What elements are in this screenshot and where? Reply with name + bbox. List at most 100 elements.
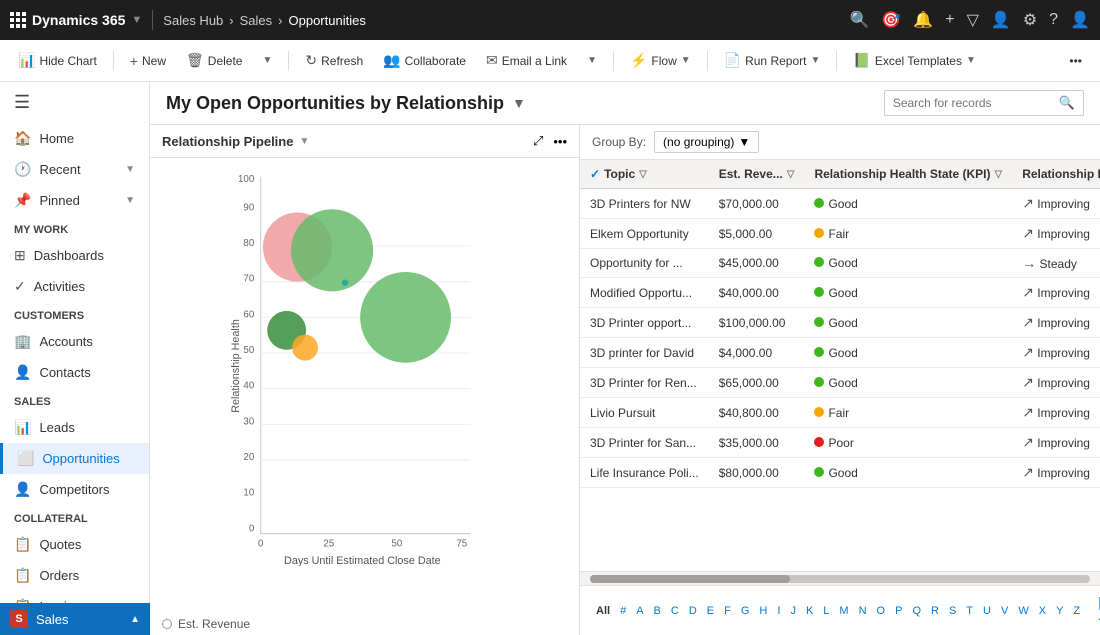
delete-button[interactable]: 🗑 Delete bbox=[178, 48, 250, 73]
table-row[interactable]: Modified Opportu... $40,000.00 Good ↗ Im… bbox=[580, 278, 1100, 308]
search-submit-icon[interactable]: 🔍 bbox=[1059, 95, 1075, 111]
alpha-item[interactable]: Z bbox=[1069, 603, 1084, 619]
bubble-green-large-bottom[interactable] bbox=[360, 272, 451, 363]
sidebar-item-activities[interactable]: ✓ Activities bbox=[0, 271, 149, 302]
target-icon[interactable]: 🎯 bbox=[881, 10, 901, 30]
table-row[interactable]: Opportunity for ... $45,000.00 Good → St… bbox=[580, 249, 1100, 278]
sidebar-item-orders[interactable]: 📋 Orders bbox=[0, 560, 149, 591]
alpha-item[interactable]: A bbox=[632, 603, 647, 619]
sidebar-item-competitors[interactable]: 👤 Competitors bbox=[0, 474, 149, 505]
sidebar-toggle[interactable]: ☰ bbox=[0, 82, 149, 123]
alpha-item[interactable]: W bbox=[1014, 603, 1032, 619]
quotes-icon: 📋 bbox=[14, 536, 31, 553]
alpha-item[interactable]: O bbox=[873, 603, 890, 619]
bubble-orange[interactable] bbox=[292, 335, 318, 361]
col-topic-filter[interactable]: ▽ bbox=[639, 169, 647, 180]
gear-icon[interactable]: ⚙ bbox=[1023, 10, 1037, 30]
alpha-item[interactable]: T bbox=[962, 603, 977, 619]
bubble-teal-small[interactable] bbox=[342, 280, 348, 286]
alpha-item[interactable]: K bbox=[802, 603, 817, 619]
sidebar-item-leads[interactable]: 📊 Leads bbox=[0, 412, 149, 443]
email-dropdown[interactable]: ▼ bbox=[579, 51, 605, 70]
alpha-item[interactable]: N bbox=[855, 603, 871, 619]
alpha-item[interactable]: J bbox=[786, 603, 800, 619]
alpha-item[interactable]: L bbox=[819, 603, 833, 619]
collaborate-button[interactable]: 👥 Collaborate bbox=[375, 48, 474, 73]
alpha-item[interactable]: Y bbox=[1052, 603, 1067, 619]
more-button[interactable]: ••• bbox=[1061, 50, 1090, 72]
groupby-select[interactable]: (no grouping) ▼ bbox=[654, 131, 759, 153]
alpha-item[interactable]: S bbox=[945, 603, 960, 619]
sidebar-item-dashboards[interactable]: ⊞ Dashboards bbox=[0, 240, 149, 271]
sidebar-item-pinned[interactable]: 📌 Pinned ▼ bbox=[0, 185, 149, 216]
expand-icon[interactable]: ⤢ bbox=[533, 133, 543, 149]
sidebar-item-accounts[interactable]: 🏢 Accounts bbox=[0, 326, 149, 357]
chart-title-dropdown[interactable]: ▼ bbox=[299, 136, 309, 147]
bubble-green-large-top[interactable] bbox=[291, 209, 373, 291]
table-row[interactable]: 3D Printer opport... $100,000.00 Good ↗ … bbox=[580, 308, 1100, 338]
table-row[interactable]: Elkem Opportunity $5,000.00 Fair ↗ Impro… bbox=[580, 219, 1100, 249]
alpha-item[interactable]: C bbox=[667, 603, 683, 619]
sidebar-item-opportunities[interactable]: ⬜ Opportunities bbox=[0, 443, 149, 474]
sidebar-item-home[interactable]: 🏠 Home bbox=[0, 123, 149, 154]
alpha-item[interactable]: P bbox=[891, 603, 906, 619]
alpha-item[interactable]: D bbox=[685, 603, 701, 619]
cell-revenue: $35,000.00 bbox=[709, 428, 805, 458]
cell-topic: 3D Printers for NW bbox=[580, 189, 709, 219]
breadcrumb-section[interactable]: Sales bbox=[240, 13, 273, 28]
filter-icon[interactable]: ▽ bbox=[967, 10, 979, 30]
sidebar-item-quotes[interactable]: 📋 Quotes bbox=[0, 529, 149, 560]
alpha-item[interactable]: M bbox=[835, 603, 852, 619]
alpha-item[interactable]: # bbox=[616, 603, 630, 619]
email-link-button[interactable]: ✉ Email a Link bbox=[478, 48, 575, 73]
alpha-item[interactable]: E bbox=[703, 603, 718, 619]
chart-more-icon[interactable]: ••• bbox=[553, 134, 567, 149]
alpha-item[interactable]: H bbox=[755, 603, 771, 619]
horizontal-scrollbar[interactable] bbox=[580, 571, 1100, 585]
alpha-item[interactable]: U bbox=[979, 603, 995, 619]
separator-2 bbox=[288, 51, 289, 71]
table-row[interactable]: 3D Printer for Ren... $65,000.00 Good ↗ … bbox=[580, 368, 1100, 398]
flow-button[interactable]: ⚡ Flow ▼ bbox=[622, 48, 699, 73]
new-button[interactable]: + New bbox=[122, 49, 174, 73]
alpha-item[interactable]: I bbox=[773, 603, 784, 619]
check-icon[interactable]: ✓ bbox=[590, 167, 600, 181]
user-icon[interactable]: 👤 bbox=[1070, 10, 1090, 30]
alpha-item[interactable]: G bbox=[737, 603, 754, 619]
plus-icon[interactable]: + bbox=[945, 11, 954, 29]
people-icon[interactable]: 👤 bbox=[991, 10, 1011, 30]
refresh-button[interactable]: ↻ Refresh bbox=[297, 48, 371, 73]
alpha-item[interactable]: All bbox=[592, 603, 614, 619]
alpha-item[interactable]: V bbox=[997, 603, 1012, 619]
alpha-item[interactable]: F bbox=[720, 603, 735, 619]
sidebar-item-contacts[interactable]: 👤 Contacts bbox=[0, 357, 149, 388]
alpha-item[interactable]: X bbox=[1035, 603, 1050, 619]
alpha-item[interactable]: B bbox=[650, 603, 665, 619]
col-health-filter[interactable]: ▽ bbox=[995, 169, 1003, 180]
bottom-nav-bar[interactable]: S Sales ▲ bbox=[0, 603, 150, 635]
cell-revenue: $4,000.00 bbox=[709, 338, 805, 368]
col-revenue-filter[interactable]: ▽ bbox=[787, 169, 795, 180]
excel-templates-button[interactable]: 📗 Excel Templates ▼ bbox=[845, 48, 984, 73]
bell-icon[interactable]: 🔔 bbox=[913, 10, 933, 30]
hide-chart-button[interactable]: 📊 Hide Chart bbox=[10, 48, 105, 73]
page-first-btn[interactable]: |◁ bbox=[1092, 592, 1100, 629]
search-input[interactable] bbox=[893, 96, 1053, 110]
search-icon[interactable]: 🔍 bbox=[849, 10, 869, 30]
sidebar-item-recent[interactable]: 🕐 Recent ▼ bbox=[0, 154, 149, 185]
run-report-button[interactable]: 📄 Run Report ▼ bbox=[716, 48, 829, 73]
breadcrumb-app[interactable]: Sales Hub bbox=[163, 13, 223, 28]
dropdown-arrow-delete[interactable]: ▼ bbox=[254, 51, 280, 70]
app-brand[interactable]: Dynamics 365 ▼ bbox=[10, 12, 142, 28]
help-icon[interactable]: ? bbox=[1049, 11, 1058, 29]
table-row[interactable]: 3D Printer for San... $35,000.00 Poor ↗ … bbox=[580, 428, 1100, 458]
alpha-item[interactable]: Q bbox=[908, 603, 925, 619]
table-row[interactable]: Life Insurance Poli... $80,000.00 Good ↗… bbox=[580, 458, 1100, 488]
table-row[interactable]: 3D printer for David $4,000.00 Good ↗ Im… bbox=[580, 338, 1100, 368]
table-row[interactable]: 3D Printers for NW $70,000.00 Good ↗ Imp… bbox=[580, 189, 1100, 219]
svg-text:10: 10 bbox=[243, 488, 254, 499]
table-row[interactable]: Livio Pursuit $40,800.00 Fair ↗ Improvin… bbox=[580, 398, 1100, 428]
page-title-chevron[interactable]: ▼ bbox=[512, 95, 526, 111]
alpha-item[interactable]: R bbox=[927, 603, 943, 619]
grid-container[interactable]: ✓ Topic ▽ Est. Reve... ▽ bbox=[580, 160, 1100, 571]
